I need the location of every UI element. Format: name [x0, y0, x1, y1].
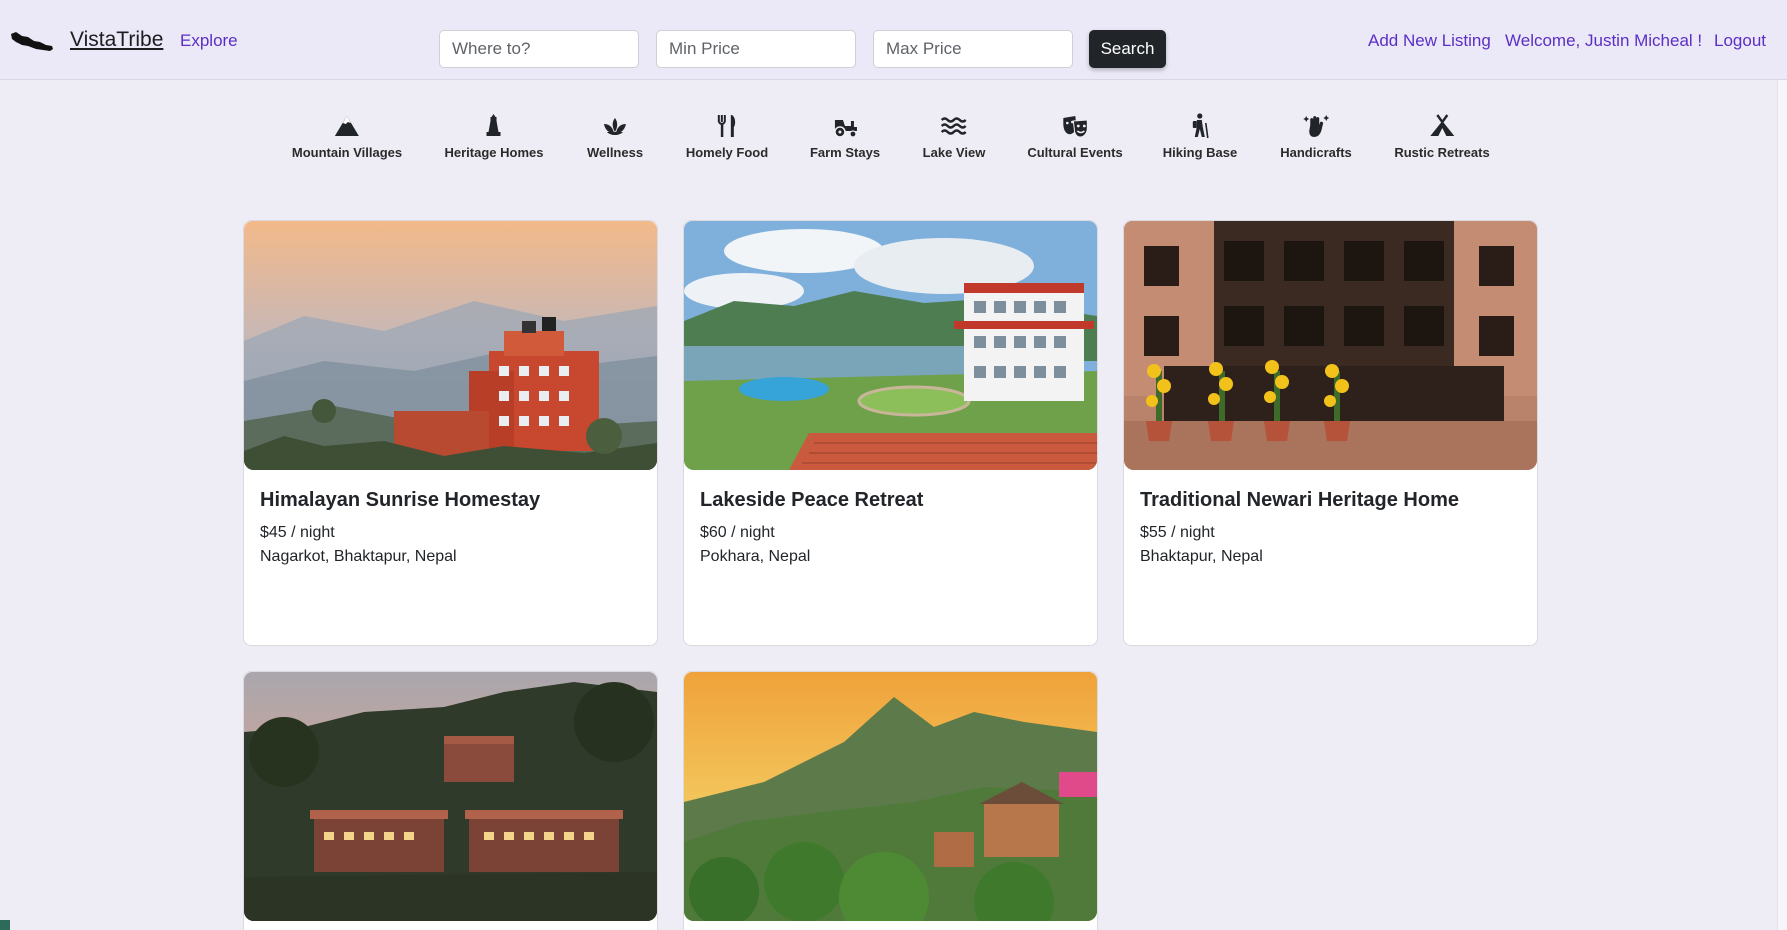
listing-location: Bhaktapur, Nepal — [1140, 548, 1263, 565]
welcome-user-link[interactable]: Welcome, Justin Micheal ! — [1505, 31, 1702, 51]
listing-photo[interactable] — [244, 672, 657, 921]
category-cultural-events[interactable]: Cultural Events — [1027, 112, 1123, 164]
category-lake-view[interactable]: Lake View — [922, 112, 986, 164]
lotus-icon — [604, 118, 626, 135]
category-wellness[interactable]: Wellness — [587, 112, 643, 164]
nepal-map-icon[interactable] — [10, 28, 54, 54]
listing-photo[interactable] — [684, 672, 1097, 921]
mountain-icon — [335, 116, 359, 136]
utensils-icon — [718, 115, 736, 137]
category-label: Heritage Homes — [444, 145, 544, 160]
listing-card[interactable]: Himalayan Sunrise Homestay $45 / night N… — [243, 220, 658, 646]
listing-card[interactable]: Traditional Newari Heritage Home $55 / n… — [1123, 220, 1538, 646]
category-label: Hiking Base — [1162, 145, 1238, 160]
listing-price: $60 / night — [700, 524, 775, 541]
bell-monument-icon — [486, 114, 501, 136]
forest-lodge-photo — [244, 672, 657, 921]
category-label: Lake View — [922, 145, 986, 160]
window-corner — [0, 920, 10, 930]
explore-link[interactable]: Explore — [180, 31, 238, 51]
search-button[interactable]: Search — [1089, 30, 1166, 68]
tractor-icon — [834, 120, 857, 138]
category-homely-food[interactable]: Homely Food — [686, 112, 768, 164]
lakeside-resort-photo — [684, 221, 1097, 470]
category-hiking-base[interactable]: Hiking Base — [1163, 112, 1237, 164]
category-label: Wellness — [586, 145, 644, 160]
logout-link[interactable]: Logout — [1714, 31, 1766, 51]
category-label: Homely Food — [685, 145, 769, 160]
hand-sparkles-icon — [1303, 115, 1329, 137]
listing-location: Pokhara, Nepal — [700, 548, 811, 565]
scrollbar-track[interactable] — [1777, 80, 1787, 930]
sunset-village-photo — [684, 672, 1097, 921]
masks-icon — [1062, 116, 1088, 138]
category-mountain-villages[interactable]: Mountain Villages — [292, 112, 402, 164]
category-label: Handicrafts — [1280, 145, 1352, 160]
campground-icon — [1430, 114, 1454, 136]
listing-photo[interactable] — [1124, 221, 1537, 470]
category-label: Farm Stays — [809, 145, 881, 160]
listing-title[interactable]: Lakeside Peace Retreat — [700, 489, 923, 512]
brand-name[interactable]: VistaTribe — [70, 28, 163, 52]
category-rustic-retreats[interactable]: Rustic Retreats — [1394, 112, 1490, 164]
listing-price: $45 / night — [260, 524, 335, 541]
min-price-input[interactable] — [656, 30, 856, 68]
listing-card[interactable] — [243, 671, 658, 930]
listing-photo[interactable] — [684, 221, 1097, 470]
category-handicrafts[interactable]: Handicrafts — [1280, 112, 1352, 164]
hiker-icon — [1192, 113, 1209, 139]
listing-photo[interactable] — [244, 221, 657, 470]
max-price-input[interactable] — [873, 30, 1073, 68]
homestay-hill-photo — [244, 221, 657, 470]
listing-card[interactable]: Lakeside Peace Retreat $60 / night Pokha… — [683, 220, 1098, 646]
category-label: Rustic Retreats — [1394, 145, 1490, 160]
where-to-input[interactable] — [439, 30, 639, 68]
listing-price: $55 / night — [1140, 524, 1215, 541]
listing-card[interactable] — [683, 671, 1098, 930]
water-waves-icon — [941, 117, 967, 135]
category-label: Mountain Villages — [291, 145, 403, 160]
category-label: Cultural Events — [1027, 145, 1123, 160]
listing-title[interactable]: Traditional Newari Heritage Home — [1140, 489, 1459, 512]
newari-courtyard-photo — [1124, 221, 1537, 470]
add-new-listing-link[interactable]: Add New Listing — [1368, 31, 1491, 51]
category-farm-stays[interactable]: Farm Stays — [810, 112, 880, 164]
listing-location: Nagarkot, Bhaktapur, Nepal — [260, 548, 457, 565]
listing-title[interactable]: Himalayan Sunrise Homestay — [260, 489, 540, 512]
category-heritage-homes[interactable]: Heritage Homes — [444, 112, 544, 164]
top-navbar: VistaTribe Explore Search Add New Listin… — [0, 0, 1787, 80]
